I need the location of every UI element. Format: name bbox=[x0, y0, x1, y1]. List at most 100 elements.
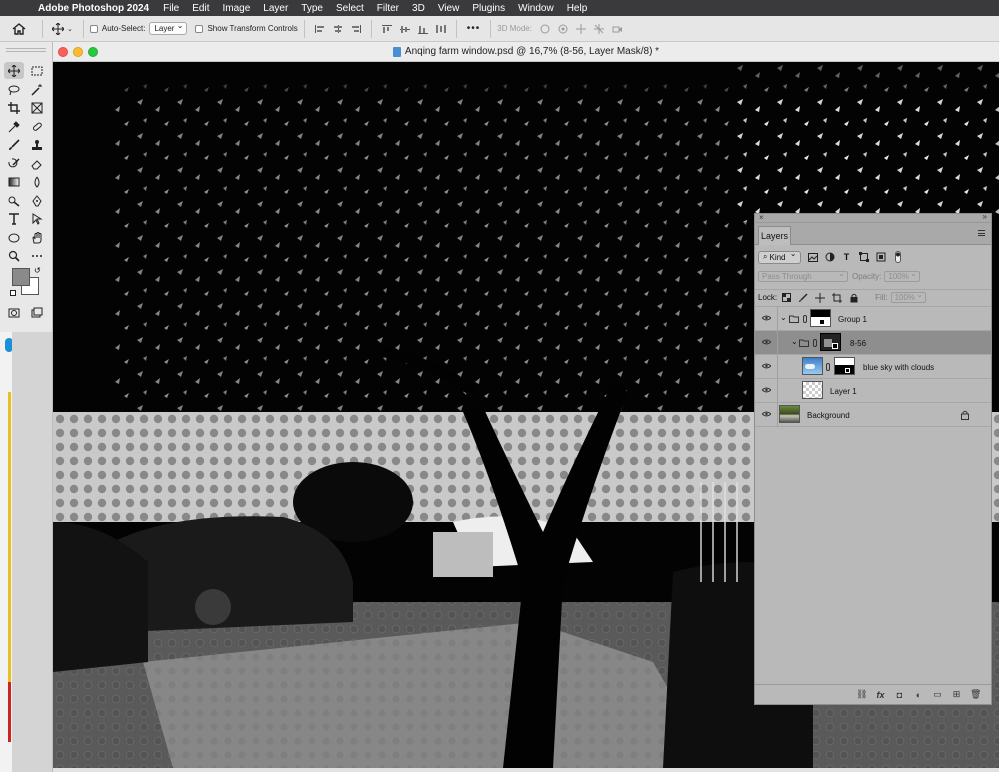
3d-roll-icon[interactable] bbox=[556, 23, 570, 35]
eyedropper-icon[interactable] bbox=[4, 118, 24, 135]
visibility-eye-icon[interactable] bbox=[762, 315, 771, 321]
marquee-tool-icon[interactable] bbox=[27, 62, 47, 79]
pixel-filter-icon[interactable] bbox=[807, 252, 818, 262]
expand-chevron-icon[interactable]: ⌄ bbox=[780, 313, 787, 322]
align-center-icon[interactable] bbox=[331, 23, 345, 35]
layer-mask-thumbnail[interactable] bbox=[820, 333, 841, 351]
home-icon[interactable] bbox=[10, 21, 28, 37]
close-panel-icon[interactable]: × bbox=[759, 213, 764, 222]
menu-file[interactable]: File bbox=[163, 3, 179, 14]
new-group-icon[interactable]: ▭ bbox=[932, 689, 943, 700]
visibility-eye-icon[interactable] bbox=[762, 387, 771, 393]
align-bottom-icon[interactable] bbox=[416, 23, 430, 35]
show-transform-checkbox[interactable] bbox=[195, 24, 204, 33]
collapse-panel-icon[interactable]: » bbox=[983, 212, 987, 221]
lock-transparent-icon[interactable] bbox=[781, 293, 791, 303]
mask-link-icon[interactable] bbox=[813, 339, 817, 347]
layer-style-fx-icon[interactable]: fx bbox=[875, 690, 886, 700]
mask-link-icon[interactable] bbox=[826, 363, 830, 371]
visibility-eye-icon[interactable] bbox=[762, 363, 771, 369]
layer-name[interactable]: blue sky with clouds bbox=[863, 363, 934, 372]
panel-scrollbar[interactable] bbox=[988, 213, 992, 705]
mask-link-icon[interactable] bbox=[803, 315, 807, 323]
tab-layers[interactable]: Layers bbox=[758, 226, 791, 245]
distribute-icon[interactable] bbox=[434, 23, 448, 35]
3d-pan-icon[interactable] bbox=[574, 23, 588, 35]
blend-mode-dropdown[interactable]: Pass Through bbox=[758, 269, 848, 282]
healing-brush-icon[interactable] bbox=[27, 118, 47, 135]
ellipse-tool-icon[interactable] bbox=[4, 229, 24, 246]
zoom-window-button[interactable] bbox=[88, 46, 98, 57]
new-layer-icon[interactable]: ⊞ bbox=[951, 689, 962, 700]
lock-icon[interactable] bbox=[961, 410, 969, 420]
gradient-tool-icon[interactable] bbox=[4, 173, 24, 190]
adjustment-layer-icon[interactable]: ◐ bbox=[913, 690, 924, 700]
menu-help[interactable]: Help bbox=[567, 3, 588, 14]
layer-row-group-1[interactable]: ⌄ Group 1 bbox=[755, 306, 991, 330]
pen-tool-icon[interactable] bbox=[27, 192, 47, 209]
app-menu[interactable]: Adobe Photoshop 2024 bbox=[38, 3, 149, 14]
panel-menu-icon[interactable] bbox=[978, 230, 985, 236]
zoom-tool-icon[interactable] bbox=[4, 247, 24, 264]
magic-wand-icon[interactable] bbox=[27, 81, 47, 98]
move-tool-preset-icon[interactable] bbox=[51, 22, 65, 35]
more-options-icon[interactable]: ••• bbox=[467, 23, 481, 34]
expand-chevron-icon[interactable]: ⌄ bbox=[791, 337, 798, 346]
layer-row-layer-1[interactable]: Layer 1 bbox=[755, 378, 991, 402]
smart-object-filter-icon[interactable] bbox=[876, 252, 886, 262]
chevron-down-icon[interactable]: ⌄ bbox=[67, 25, 73, 33]
layer-thumbnail[interactable] bbox=[779, 405, 800, 423]
stamp-tool-icon[interactable] bbox=[27, 136, 47, 153]
panel-grip[interactable] bbox=[6, 48, 46, 52]
layer-row-blue-sky[interactable]: blue sky with clouds bbox=[755, 354, 991, 378]
path-selection-icon[interactable] bbox=[27, 210, 47, 227]
frame-tool-icon[interactable] bbox=[27, 99, 47, 116]
layer-name[interactable]: Group 1 bbox=[838, 315, 867, 324]
quick-mask-icon[interactable] bbox=[4, 304, 24, 321]
menu-image[interactable]: Image bbox=[222, 3, 250, 14]
menu-window[interactable]: Window bbox=[518, 3, 554, 14]
brush-tool-icon[interactable] bbox=[4, 136, 24, 153]
dodge-tool-icon[interactable] bbox=[4, 192, 24, 209]
lock-artboard-icon[interactable] bbox=[832, 292, 843, 303]
filter-toggle-icon[interactable] bbox=[893, 251, 903, 263]
menu-layer[interactable]: Layer bbox=[263, 3, 288, 14]
lock-position-icon[interactable] bbox=[815, 292, 826, 303]
move-tool-icon[interactable] bbox=[4, 62, 24, 79]
delete-layer-icon[interactable]: 🗑 bbox=[970, 689, 981, 700]
fill-input[interactable]: 100% bbox=[890, 290, 927, 303]
menu-3d[interactable]: 3D bbox=[412, 3, 425, 14]
layer-thumbnail[interactable] bbox=[802, 357, 823, 375]
menu-type[interactable]: Type bbox=[301, 3, 323, 14]
lock-all-icon[interactable] bbox=[849, 293, 859, 303]
adjustment-filter-icon[interactable] bbox=[825, 252, 835, 262]
menu-plugins[interactable]: Plugins bbox=[472, 3, 505, 14]
auto-select-checkbox[interactable] bbox=[89, 24, 98, 33]
minimize-window-button[interactable] bbox=[73, 46, 83, 57]
default-colors-icon[interactable] bbox=[10, 290, 16, 296]
edit-toolbar-icon[interactable] bbox=[27, 247, 47, 264]
layer-mask-thumbnail[interactable] bbox=[810, 309, 831, 327]
menu-select[interactable]: Select bbox=[336, 3, 364, 14]
menu-view[interactable]: View bbox=[438, 3, 460, 14]
screen-mode-icon[interactable] bbox=[27, 304, 47, 321]
type-filter-icon[interactable]: T bbox=[842, 252, 852, 262]
lock-pixels-icon[interactable] bbox=[798, 293, 808, 303]
opacity-input[interactable]: 100% bbox=[884, 269, 920, 282]
visibility-eye-icon[interactable] bbox=[762, 339, 771, 345]
history-brush-icon[interactable] bbox=[4, 155, 24, 172]
type-tool-icon[interactable] bbox=[4, 210, 24, 227]
link-layers-icon[interactable]: ⛓ bbox=[856, 689, 867, 700]
shape-filter-icon[interactable] bbox=[858, 252, 869, 262]
swap-colors-icon[interactable]: ↺ bbox=[34, 266, 41, 275]
hand-tool-icon[interactable] bbox=[27, 229, 47, 246]
layer-row-8-56[interactable]: ⌄ 8-56 bbox=[755, 330, 991, 354]
visibility-eye-icon[interactable] bbox=[762, 411, 771, 417]
foreground-color-swatch[interactable] bbox=[12, 268, 30, 286]
layer-thumbnail[interactable] bbox=[802, 381, 823, 399]
crop-tool-icon[interactable] bbox=[4, 99, 24, 116]
align-right-icon[interactable] bbox=[349, 23, 363, 35]
add-mask-icon[interactable]: ◘ bbox=[894, 690, 905, 700]
3d-scale-icon[interactable] bbox=[610, 23, 624, 35]
lasso-tool-icon[interactable] bbox=[4, 81, 24, 98]
